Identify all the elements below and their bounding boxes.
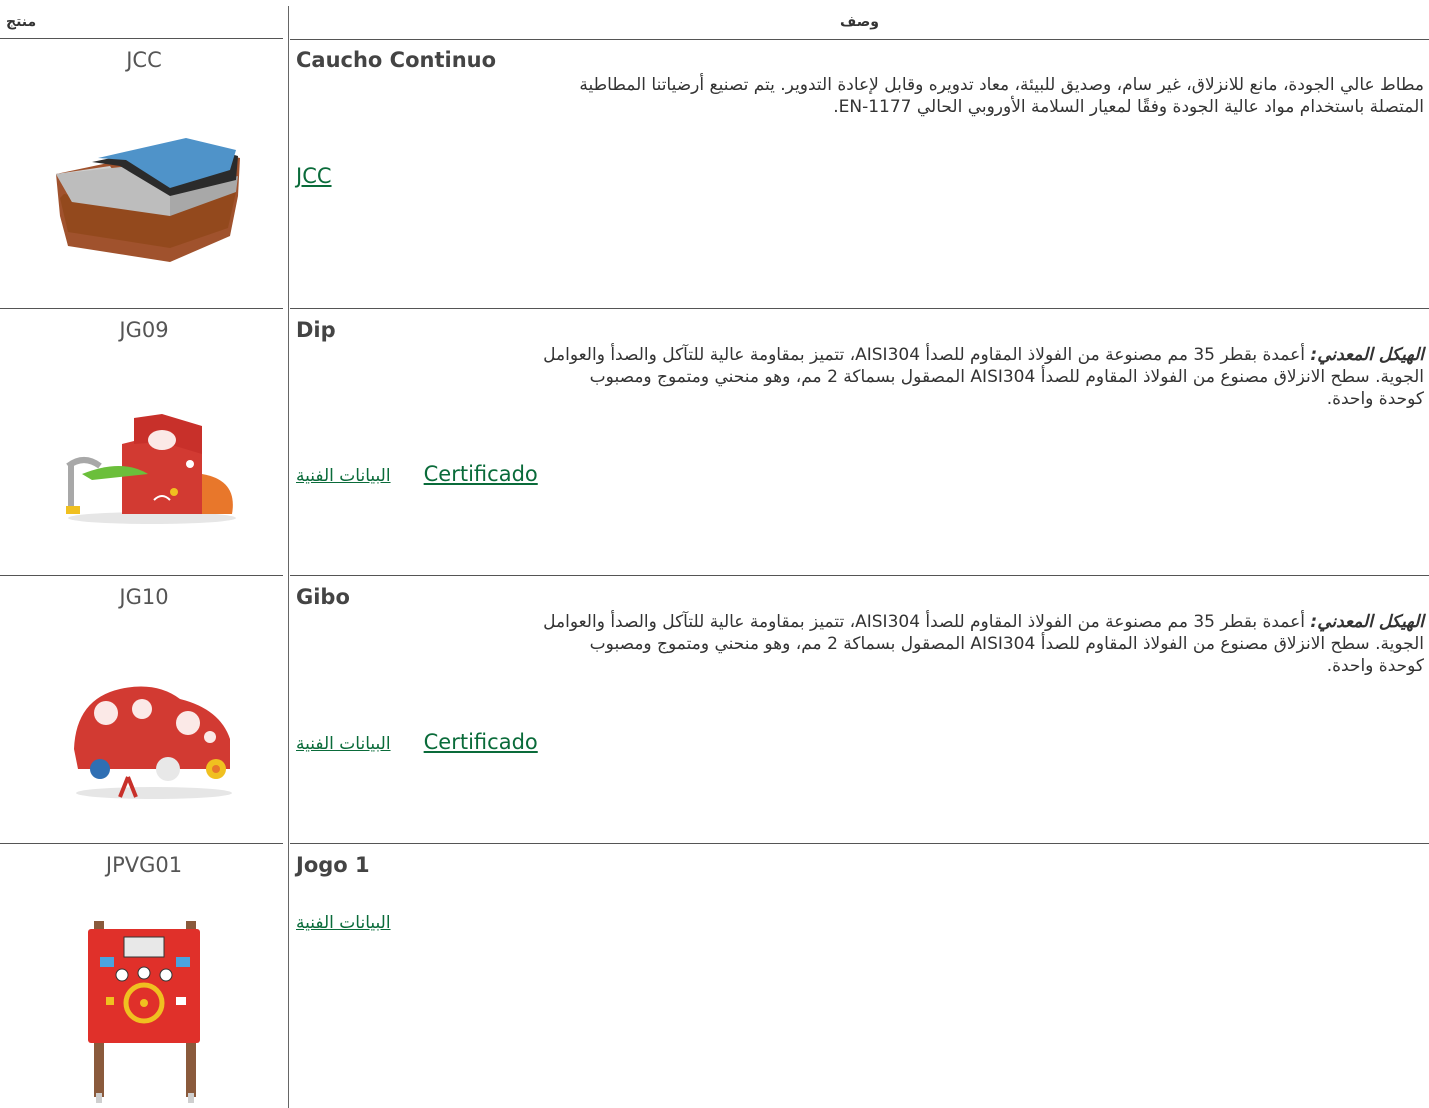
product-code: JG09 xyxy=(119,318,169,342)
product-title: Caucho Continuo xyxy=(296,48,497,72)
table-row: JPVG01 Jogo 1 البيانات الفنية xyxy=(0,845,1429,1108)
product-title: Dip xyxy=(296,318,336,342)
column-header-description: وصف xyxy=(840,14,879,30)
row-divider xyxy=(290,575,1429,576)
description-line: مطاط عالي الجودة، مانع للانزلاق، غير سام… xyxy=(579,75,1424,95)
description-line: كوحدة واحدة. xyxy=(1326,656,1424,676)
rubber-flooring-image xyxy=(56,138,240,262)
table-header: منتج وصف xyxy=(0,0,1429,40)
row-divider xyxy=(0,575,283,576)
certificate-link[interactable]: Certificado xyxy=(424,730,538,754)
column-header-product: منتج xyxy=(6,14,37,30)
dip-playground-image xyxy=(66,414,236,524)
product-title: Jogo 1 xyxy=(296,853,370,877)
row-divider xyxy=(0,843,283,844)
technical-data-link[interactable]: البيانات الفنية xyxy=(296,734,391,754)
product-description: الهيكل المعدني: أعمدة بقطر 35 مم مصنوعة … xyxy=(296,344,1424,410)
row-divider xyxy=(290,308,1429,309)
description-line: الجوية. سطح الانزلاق مصنوع من الفولاذ ال… xyxy=(589,634,1424,654)
description-lead: الهيكل المعدني: xyxy=(1310,612,1424,632)
description-lead: الهيكل المعدني: xyxy=(1310,345,1424,365)
description-line: أعمدة بقطر 35 مم مصنوعة من الفولاذ المقا… xyxy=(543,612,1305,632)
description-line: كوحدة واحدة. xyxy=(1326,389,1424,409)
gibo-car-playground-image xyxy=(74,686,232,799)
row-divider xyxy=(0,308,283,309)
product-links: البيانات الفنية Certificado xyxy=(296,462,538,486)
jogo-panel-image xyxy=(88,921,200,1103)
technical-data-link[interactable]: البيانات الفنية xyxy=(296,913,391,933)
description-line: أعمدة بقطر 35 مم مصنوعة من الفولاذ المقا… xyxy=(543,345,1305,365)
product-code: JCC xyxy=(126,48,162,72)
product-description: الهيكل المعدني: أعمدة بقطر 35 مم مصنوعة … xyxy=(296,611,1424,677)
row-divider xyxy=(290,843,1429,844)
product-description: مطاط عالي الجودة، مانع للانزلاق، غير سام… xyxy=(296,74,1424,118)
header-divider-left xyxy=(0,38,283,39)
product-code: JG10 xyxy=(119,585,169,609)
product-code: JPVG01 xyxy=(105,853,183,877)
description-line: المتصلة باستخدام مواد عالية الجودة وفقًا… xyxy=(833,97,1424,117)
table-row: JG09 Dip الهيكل المعدني: أعمدة بقطر 35 م… xyxy=(0,310,1429,575)
description-line: الجوية. سطح الانزلاق مصنوع من الفولاذ ال… xyxy=(589,367,1424,387)
technical-data-link[interactable]: البيانات الفنية xyxy=(296,466,391,486)
product-link-jcc[interactable]: JCC xyxy=(296,164,332,188)
table-row: JCC Caucho Continuo مطاط عالي الجودة، ما… xyxy=(0,40,1429,308)
product-title: Gibo xyxy=(296,585,350,609)
product-links: البيانات الفنية Certificado xyxy=(296,730,538,754)
certificate-link[interactable]: Certificado xyxy=(424,462,538,486)
table-row: JG10 Gibo الهيكل المعدني: أعمدة بقطر 35 … xyxy=(0,577,1429,843)
